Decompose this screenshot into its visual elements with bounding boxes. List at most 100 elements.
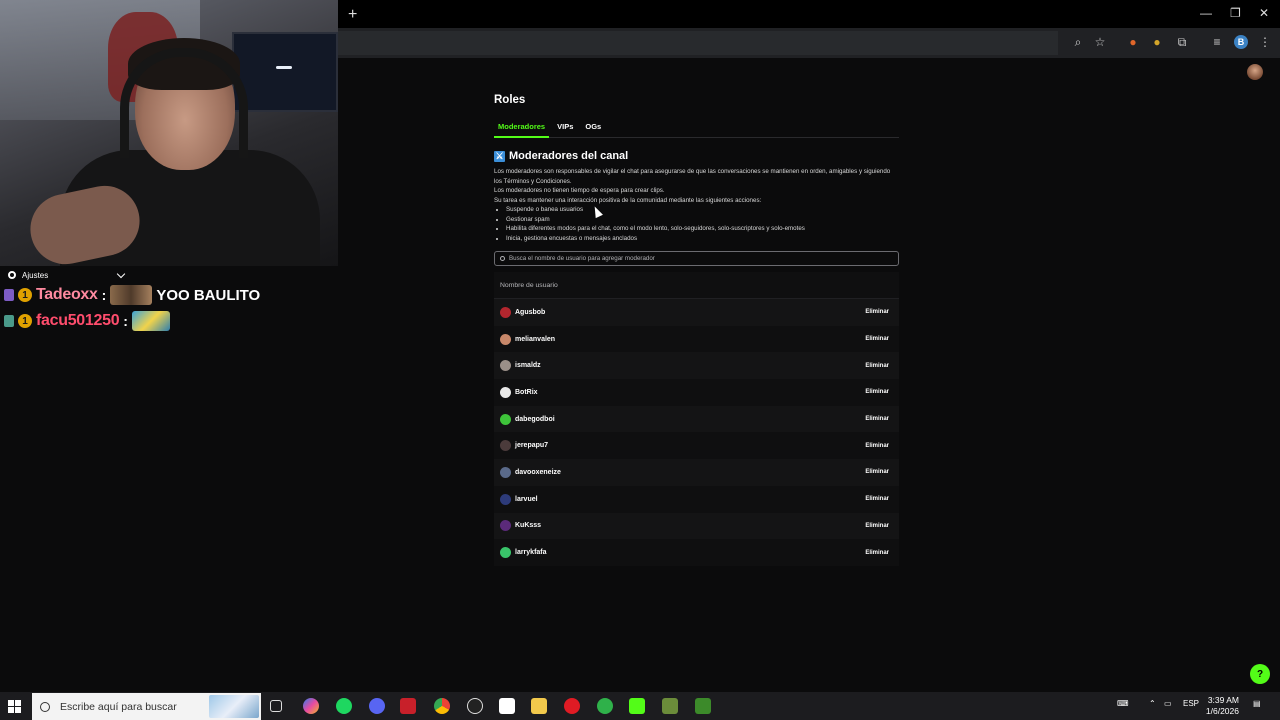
search-icon xyxy=(500,256,505,261)
tab-vips[interactable]: VIPs xyxy=(553,120,577,138)
remove-moderator-button[interactable]: Eliminar xyxy=(865,550,889,556)
extension-color-icon[interactable]: ● xyxy=(1150,35,1164,49)
moderator-user[interactable]: KuKsss xyxy=(500,520,542,532)
table-row: larvuel Eliminar xyxy=(494,485,899,513)
extensions-puzzle-icon[interactable]: ⧉ xyxy=(1175,35,1189,49)
support-chat-button[interactable]: ? xyxy=(1250,664,1270,684)
remove-moderator-button[interactable]: Eliminar xyxy=(865,309,889,315)
moderator-user[interactable]: davooxeneize xyxy=(500,466,561,478)
clock-date: 1/6/2026 xyxy=(1205,706,1239,716)
remove-moderator-button[interactable]: Eliminar xyxy=(865,469,889,475)
windows-taskbar: Escribe aquí para buscar ⌨ ⌃ ▭ ESP 3:39 … xyxy=(0,692,1280,720)
chat-text: YOO BAULITO xyxy=(156,286,261,304)
windows-start-icon[interactable] xyxy=(8,700,21,713)
new-tab-button[interactable]: + xyxy=(348,6,357,24)
moderator-user[interactable]: ismaldz xyxy=(500,360,541,372)
avatar xyxy=(500,440,511,452)
moderator-user[interactable]: Agusbob xyxy=(500,306,545,318)
search-icon xyxy=(40,701,50,712)
kick-icon[interactable] xyxy=(629,698,645,714)
gear-icon xyxy=(8,271,16,279)
moderator-user[interactable]: larrykfafa xyxy=(500,547,547,559)
chat-settings[interactable]: Ajustes xyxy=(0,268,338,282)
voicemod-icon[interactable] xyxy=(400,698,416,714)
taskbar-search-input[interactable]: Escribe aquí para buscar xyxy=(32,693,261,720)
list-item: Inicia, gestiona encuestas o mensajes an… xyxy=(506,234,899,244)
moderator-search-input[interactable]: Busca el nombre de usuario para agregar … xyxy=(494,251,899,266)
table-row: melianvalen Eliminar xyxy=(494,325,899,353)
moderator-username: BotRix xyxy=(515,388,538,396)
tab-ogs[interactable]: OGs xyxy=(581,120,605,138)
minecraft-icon[interactable] xyxy=(662,698,678,714)
table-row: ismaldz Eliminar xyxy=(494,352,899,380)
tab-moderadores[interactable]: Moderadores xyxy=(494,120,550,138)
chat-colon: : xyxy=(101,287,107,303)
network-icon[interactable]: ▭ xyxy=(1164,699,1172,708)
remove-moderator-button[interactable]: Eliminar xyxy=(865,389,889,395)
moderator-user[interactable]: larvuel xyxy=(500,493,538,505)
notification-icon[interactable]: ▤ xyxy=(1253,699,1261,708)
chrome-icon[interactable] xyxy=(434,698,450,714)
sub-badge: 1 xyxy=(18,314,32,328)
minecraft-launcher-icon[interactable] xyxy=(695,698,711,714)
actions-list: Suspende o banea usuarios Gestionar spam… xyxy=(494,205,899,243)
minimize-button[interactable]: — xyxy=(1200,6,1212,20)
desc-line: Los moderadores son responsables de vigi… xyxy=(494,168,891,185)
list-item: Habilita diferentes modos para el chat, … xyxy=(506,224,899,234)
list-item: Gestionar spam xyxy=(506,215,899,225)
moderator-username: dabegodboi xyxy=(515,415,555,423)
section-title: Moderadores del canal xyxy=(509,150,629,162)
moderator-user[interactable]: BotRix xyxy=(500,386,538,398)
spotify-icon[interactable] xyxy=(336,698,352,714)
avatar xyxy=(500,493,511,505)
chat-message: 1 facu501250 : xyxy=(0,308,338,334)
moderator-username: ismaldz xyxy=(515,362,541,370)
headphones xyxy=(120,48,248,158)
keyboard-icon[interactable]: ⌨ xyxy=(1117,699,1129,708)
moderator-badge-icon xyxy=(4,289,14,301)
table-row: dabegodboi Eliminar xyxy=(494,405,899,433)
remove-moderator-button[interactable]: Eliminar xyxy=(865,363,889,369)
moderator-username: KuKsss xyxy=(515,522,542,530)
clock-time: 3:39 AM xyxy=(1207,695,1239,705)
table-row: davooxeneize Eliminar xyxy=(494,459,899,486)
moderator-user[interactable]: dabegodboi xyxy=(500,413,555,425)
bookmark-star-icon[interactable]: ☆ xyxy=(1093,35,1107,49)
avatar xyxy=(500,306,511,318)
list-item: Suspende o banea usuarios xyxy=(506,205,899,215)
taskbar-clock[interactable]: 3:39 AM 1/6/2026 xyxy=(1199,695,1239,717)
desc-line: Los moderadores no tienen tiempo de espe… xyxy=(494,187,665,194)
desc-line: Su tarea es mantener una interacción pos… xyxy=(494,196,762,204)
roles-panel: Roles Moderadores VIPs OGs ⚔ Moderadores… xyxy=(494,94,899,566)
file-explorer-icon[interactable] xyxy=(531,698,547,714)
copilot-icon[interactable] xyxy=(303,698,319,714)
chevron-up-icon[interactable]: ⌃ xyxy=(1149,699,1156,708)
extension-fox-icon[interactable]: ● xyxy=(1126,35,1140,49)
obs-icon[interactable] xyxy=(467,698,483,714)
address-bar[interactable] xyxy=(338,31,1058,55)
opera-icon[interactable] xyxy=(564,698,580,714)
close-window-button[interactable]: ✕ xyxy=(1259,6,1269,20)
zoom-icon[interactable]: ⌕ xyxy=(1071,35,1085,49)
moderator-user[interactable]: melianvalen xyxy=(500,333,555,345)
kick-dashboard-page: Roles Moderadores VIPs OGs ⚔ Moderadores… xyxy=(338,58,1280,690)
restore-button[interactable]: ❐ xyxy=(1230,6,1241,20)
user-avatar[interactable] xyxy=(1247,64,1263,80)
task-view-icon[interactable] xyxy=(270,700,282,712)
browser-tab-bar: + — ❐ ✕ xyxy=(338,0,1280,28)
moderator-username: larvuel xyxy=(515,495,538,503)
moderator-user[interactable]: jerepapu7 xyxy=(500,440,548,452)
remove-moderator-button[interactable]: Eliminar xyxy=(865,336,889,342)
remove-moderator-button[interactable]: Eliminar xyxy=(865,416,889,422)
remove-moderator-button[interactable]: Eliminar xyxy=(865,523,889,529)
browser-menu-icon[interactable]: ⋮ xyxy=(1258,35,1272,49)
discord-icon[interactable] xyxy=(369,698,385,714)
media-control-icon[interactable]: ≡ xyxy=(1210,35,1224,49)
app-green-icon[interactable] xyxy=(597,698,613,714)
language-indicator[interactable]: ESP xyxy=(1183,699,1199,708)
remove-moderator-button[interactable]: Eliminar xyxy=(865,443,889,449)
bot-app-icon[interactable] xyxy=(499,698,515,714)
page-title: Roles xyxy=(494,94,526,106)
profile-avatar-icon[interactable]: B xyxy=(1234,35,1248,49)
remove-moderator-button[interactable]: Eliminar xyxy=(865,496,889,502)
